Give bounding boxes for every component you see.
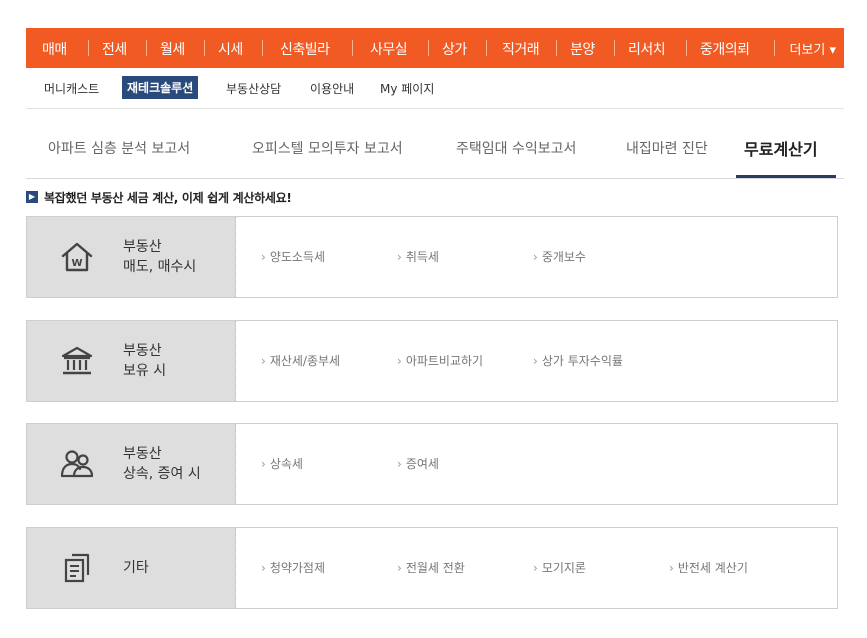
svg-text:W: W bbox=[71, 258, 82, 269]
page: 매매 전세 월세 시세 신축빌라 사무실 상가 직거래 분양 리서치 중개의뢰 … bbox=[0, 0, 867, 638]
nav-divider bbox=[686, 40, 687, 56]
link-property-tax[interactable]: › 재산세/종부세 bbox=[261, 352, 340, 369]
house-w-icon: W bbox=[59, 237, 95, 277]
tab-officetel-report[interactable]: 오피스텔 모의투자 보고서 bbox=[252, 138, 403, 158]
link-inheritance-tax[interactable]: › 상속세 bbox=[261, 455, 303, 472]
subnav-item-finance-solution[interactable]: 재테크솔루션 bbox=[122, 76, 199, 99]
category-header: 기타 bbox=[27, 528, 236, 608]
category-title-line1: 기타 bbox=[123, 560, 149, 576]
report-tabs: 아파트 심층 분석 보고서 오피스텔 모의투자 보고서 주택임대 수익보고서 내… bbox=[26, 108, 844, 179]
category-header: W 부동산 매도, 매수시 bbox=[27, 217, 236, 297]
link-store-return[interactable]: › 상가 투자수익률 bbox=[533, 352, 623, 369]
category-title: 부동산 상속, 증여 시 bbox=[123, 444, 201, 484]
nav-item-monthly[interactable]: 월세 bbox=[160, 39, 185, 59]
category-row-holding: 부동산 보유 시 › 재산세/종부세 › 아파트비교하기 › 상가 투자수익률 bbox=[26, 320, 838, 402]
nav-divider bbox=[556, 40, 557, 56]
subnav-item-my-page[interactable]: My 페이지 bbox=[380, 80, 434, 97]
link-acquisition-tax[interactable]: › 취득세 bbox=[397, 248, 439, 265]
sub-nav: 머니캐스트 재테크솔루션 부동산상담 이용안내 My 페이지 bbox=[26, 68, 844, 109]
nav-divider bbox=[204, 40, 205, 56]
category-title-line2: 보유 시 bbox=[123, 363, 167, 379]
link-mortgage-loan[interactable]: › 모기지론 bbox=[533, 559, 586, 576]
tab-free-calculator[interactable]: 무료계산기 bbox=[744, 136, 818, 160]
category-row-inheritance: 부동산 상속, 증여 시 › 상속세 › 증여세 bbox=[26, 423, 838, 505]
link-gift-tax[interactable]: › 증여세 bbox=[397, 455, 439, 472]
link-half-jeonse-calculator[interactable]: › 반전세 계산기 bbox=[669, 559, 748, 576]
link-rent-conversion[interactable]: › 전월세 전환 bbox=[397, 559, 465, 576]
category-title: 부동산 매도, 매수시 bbox=[123, 237, 196, 277]
link-capital-gains-tax[interactable]: › 양도소득세 bbox=[261, 248, 325, 265]
nav-item-research[interactable]: 리서치 bbox=[628, 39, 666, 59]
nav-divider bbox=[486, 40, 487, 56]
link-subscription-score[interactable]: › 청약가점제 bbox=[261, 559, 325, 576]
category-header: 부동산 보유 시 bbox=[27, 321, 236, 401]
category-title-line1: 부동산 bbox=[123, 343, 162, 359]
category-title: 기타 bbox=[123, 558, 149, 578]
nav-item-store[interactable]: 상가 bbox=[442, 39, 467, 59]
category-title: 부동산 보유 시 bbox=[123, 341, 166, 381]
nav-divider bbox=[262, 40, 263, 56]
notice-banner: ▶ 복잡했던 부동산 세금 계산, 이제 쉽게 계산하세요! bbox=[26, 188, 292, 206]
tab-home-diagnosis[interactable]: 내집마련 진단 bbox=[626, 138, 708, 158]
notice-text: 복잡했던 부동산 세금 계산, 이제 쉽게 계산하세요! bbox=[44, 190, 292, 205]
nav-item-office[interactable]: 사무실 bbox=[370, 39, 408, 59]
nav-divider bbox=[352, 40, 353, 56]
link-apartment-compare[interactable]: › 아파트비교하기 bbox=[397, 352, 483, 369]
category-title-line2: 매도, 매수시 bbox=[123, 259, 197, 275]
top-nav: 매매 전세 월세 시세 신축빌라 사무실 상가 직거래 분양 리서치 중개의뢰 … bbox=[26, 28, 844, 68]
subnav-item-money-cast[interactable]: 머니캐스트 bbox=[44, 80, 99, 97]
nav-item-market-price[interactable]: 시세 bbox=[218, 39, 243, 59]
subnav-item-guide[interactable]: 이용안내 bbox=[310, 80, 354, 97]
notice-bullet-icon: ▶ bbox=[26, 191, 38, 203]
nav-divider bbox=[146, 40, 147, 56]
nav-more-button[interactable]: 더보기 ▾ bbox=[789, 39, 836, 58]
nav-divider bbox=[614, 40, 615, 56]
nav-item-sale[interactable]: 매매 bbox=[42, 39, 67, 59]
nav-item-new-villa[interactable]: 신축빌라 bbox=[280, 39, 330, 59]
nav-item-presale[interactable]: 분양 bbox=[570, 39, 595, 59]
nav-item-direct-deal[interactable]: 직거래 bbox=[502, 39, 540, 59]
active-tab-indicator bbox=[736, 175, 836, 178]
nav-item-brokerage-request[interactable]: 중개의뢰 bbox=[700, 39, 750, 59]
tab-apartment-report[interactable]: 아파트 심층 분석 보고서 bbox=[48, 138, 190, 158]
link-brokerage-fee[interactable]: › 중개보수 bbox=[533, 248, 586, 265]
subnav-item-consulting[interactable]: 부동산상담 bbox=[226, 80, 281, 97]
nav-divider bbox=[88, 40, 89, 56]
family-people-icon bbox=[59, 444, 95, 484]
nav-item-jeonse[interactable]: 전세 bbox=[102, 39, 127, 59]
category-title-line1: 부동산 bbox=[123, 239, 162, 255]
category-header: 부동산 상속, 증여 시 bbox=[27, 424, 236, 504]
nav-divider bbox=[774, 40, 775, 56]
category-title-line2: 상속, 증여 시 bbox=[123, 466, 201, 482]
nav-divider bbox=[428, 40, 429, 56]
category-row-buy-sell: W 부동산 매도, 매수시 › 양도소득세 › 취득세 › 중개보수 bbox=[26, 216, 838, 298]
bank-building-icon bbox=[59, 341, 95, 381]
category-row-etc: 기타 › 청약가점제 › 전월세 전환 › 모기지론 › 반전세 계산기 bbox=[26, 527, 838, 609]
category-title-line1: 부동산 bbox=[123, 446, 162, 462]
document-copy-icon bbox=[59, 548, 95, 588]
tab-rental-income-report[interactable]: 주택임대 수익보고서 bbox=[456, 138, 576, 158]
